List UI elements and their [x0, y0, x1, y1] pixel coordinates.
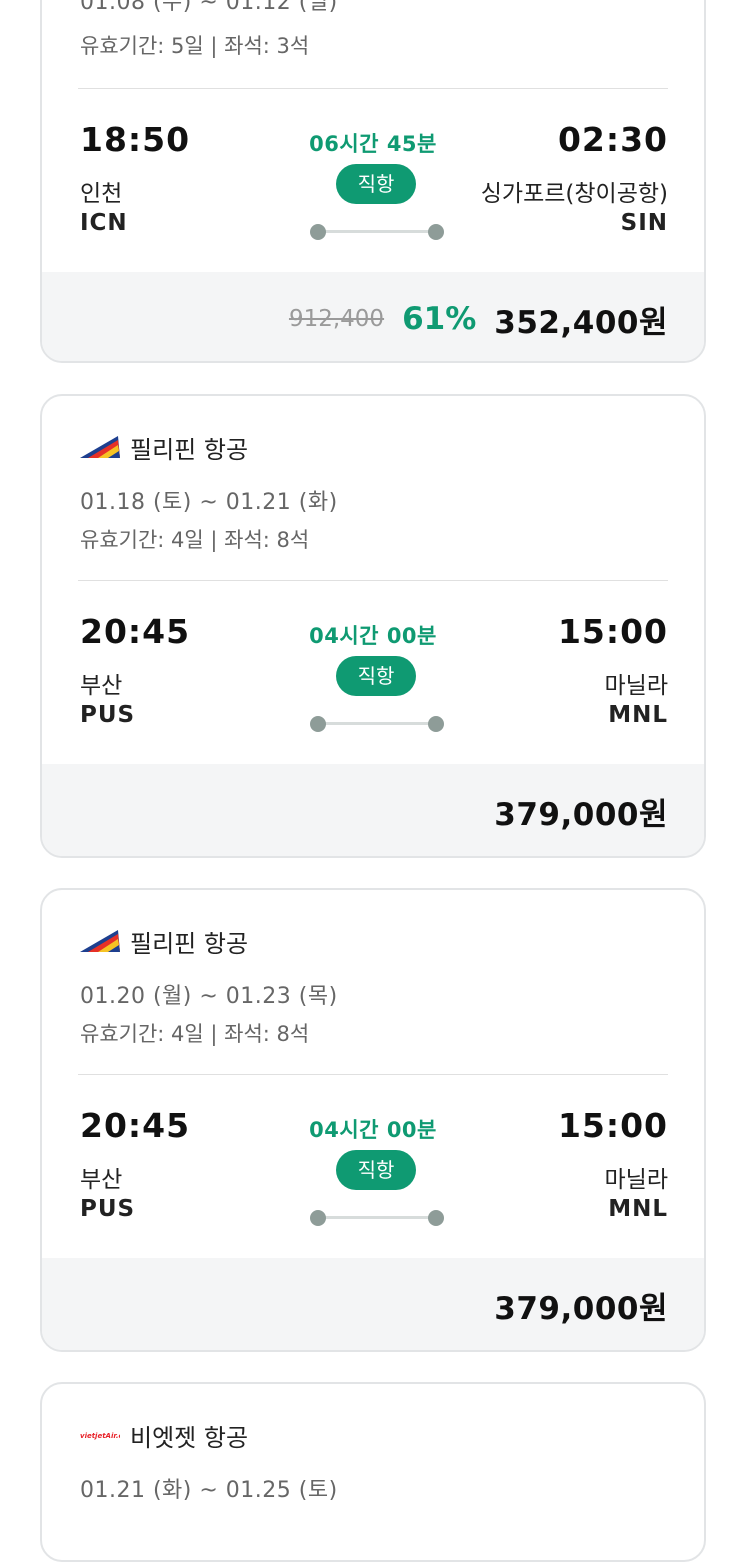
svg-text:vietjetAir.com: vietjetAir.com — [80, 1432, 120, 1440]
travel-dates: 01.18 (토) ~ 01.21 (화) — [80, 490, 338, 515]
airline-name: 필리핀 항공 — [130, 929, 249, 958]
departure-city: 인천 — [80, 181, 123, 207]
sale-price: 352,400원 — [494, 304, 668, 341]
flight-card[interactable]: vietjetAir.com 비엣젯 항공 01.21 (화) ~ 01.25 … — [40, 1382, 706, 1562]
arrival-code: SIN — [620, 210, 668, 236]
departure-code: PUS — [80, 1196, 136, 1222]
travel-dates: 01.20 (월) ~ 01.23 (목) — [80, 984, 338, 1009]
arrival-city: 마닐라 — [604, 1167, 668, 1193]
airline-name: 필리핀 항공 — [130, 435, 249, 464]
direct-flight-badge: 직항 — [336, 1150, 416, 1190]
arrival-time: 15:00 — [557, 1106, 668, 1145]
divider — [78, 580, 668, 581]
flight-card[interactable]: 01.08 (수) ~ 01.12 (일) 유효기간: 5일 | 좌석: 3석 … — [40, 0, 706, 363]
airline-name: 비엣젯 항공 — [130, 1423, 249, 1452]
divider — [78, 88, 668, 89]
flight-info: 18:50 06시간 45분 02:30 직항 인천 싱가포르(창이공항) IC… — [42, 90, 704, 272]
flight-card[interactable]: 필리핀 항공 01.18 (토) ~ 01.21 (화) 유효기간: 4일 | … — [40, 394, 706, 858]
travel-dates: 01.08 (수) ~ 01.12 (일) — [80, 0, 338, 15]
route-line — [310, 1210, 444, 1226]
arrival-time: 02:30 — [557, 120, 668, 159]
vietjet-logo-icon: vietjetAir.com — [80, 1422, 120, 1448]
price-bar: 379,000원 — [42, 1258, 704, 1350]
arrival-city: 마닐라 — [604, 673, 668, 699]
validity-seats: 유효기간: 4일 | 좌석: 8석 — [80, 1022, 310, 1046]
validity-seats: 유효기간: 5일 | 좌석: 3석 — [80, 34, 310, 58]
arrival-dot — [428, 224, 444, 240]
travel-dates: 01.21 (화) ~ 01.25 (토) — [80, 1478, 338, 1503]
flight-info: 20:45 04시간 00분 15:00 직항 부산 마닐라 PUS MNL — [42, 1076, 704, 1258]
route-line — [310, 716, 444, 732]
airline-row: 필리핀 항공 — [80, 430, 248, 464]
flight-info: 20:45 04시간 00분 15:00 직항 부산 마닐라 PUS MNL — [42, 582, 704, 764]
departure-dot — [310, 716, 326, 732]
direct-flight-badge: 직항 — [336, 656, 416, 696]
route-line-bar — [318, 722, 436, 725]
route-line-bar — [318, 1216, 436, 1219]
divider — [78, 1074, 668, 1075]
airline-row: 필리핀 항공 — [80, 924, 248, 958]
price-bar: 912,400 61% 352,400원 — [42, 272, 704, 361]
arrival-code: MNL — [608, 702, 668, 728]
departure-code: ICN — [80, 210, 128, 236]
discount-rate: 61% — [402, 301, 477, 337]
arrival-dot — [428, 1210, 444, 1226]
validity-seats: 유효기간: 4일 | 좌석: 8석 — [80, 528, 310, 552]
arrival-dot — [428, 716, 444, 732]
airline-row: vietjetAir.com 비엣젯 항공 — [80, 1418, 248, 1452]
sale-price: 379,000원 — [494, 1290, 668, 1327]
departure-dot — [310, 1210, 326, 1226]
philippine-airlines-logo-icon — [80, 434, 120, 460]
departure-city: 부산 — [80, 1167, 123, 1193]
departure-city: 부산 — [80, 673, 123, 699]
arrival-time: 15:00 — [557, 612, 668, 651]
departure-dot — [310, 224, 326, 240]
flight-card[interactable]: 필리핀 항공 01.20 (월) ~ 01.23 (목) 유효기간: 4일 | … — [40, 888, 706, 1352]
arrival-code: MNL — [608, 1196, 668, 1222]
route-line — [310, 224, 444, 240]
direct-flight-badge: 직항 — [336, 164, 416, 204]
departure-code: PUS — [80, 702, 136, 728]
philippine-airlines-logo-icon — [80, 928, 120, 954]
arrival-city: 싱가포르(창이공항) — [480, 181, 668, 207]
original-price: 912,400 — [288, 306, 385, 332]
route-line-bar — [318, 230, 436, 233]
price-bar: 379,000원 — [42, 764, 704, 856]
sale-price: 379,000원 — [494, 796, 668, 833]
